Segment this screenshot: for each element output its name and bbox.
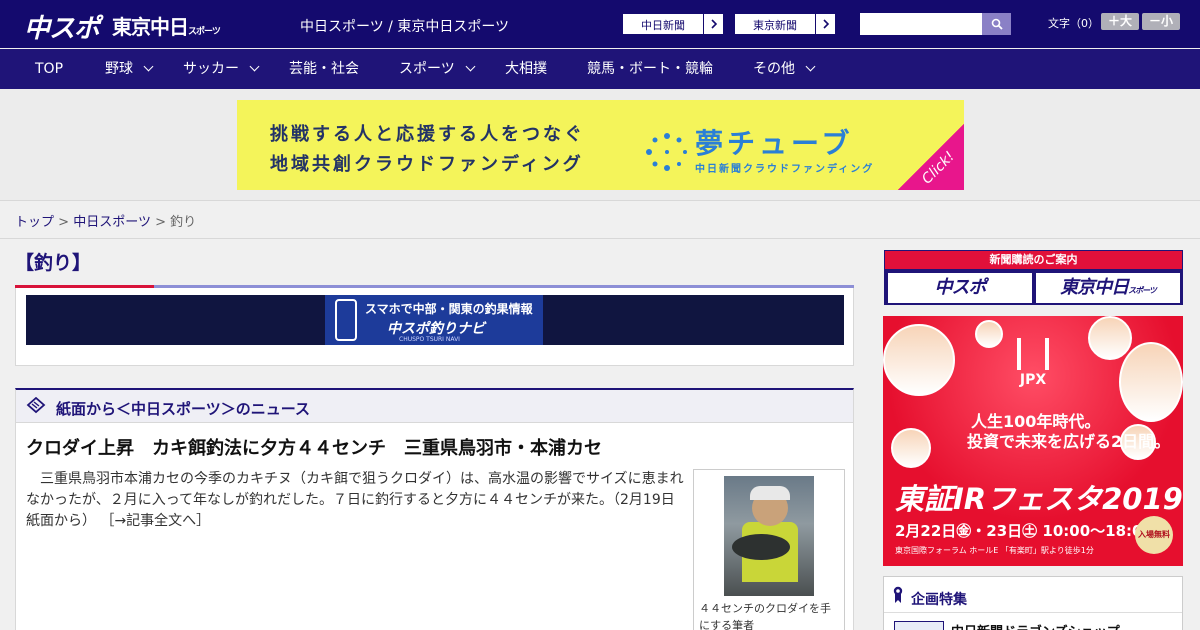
nav-item-racing[interactable]: 競馬・ボート・競輪 — [587, 49, 713, 89]
ir-festa-ad[interactable]: JPX 人生100年時代。 投資で未来を広げる2日間。 東証IRフェスタ2019… — [883, 316, 1183, 566]
tokyo-logo-sub: スポーツ — [188, 27, 221, 37]
search-input[interactable] — [860, 13, 982, 35]
font-size-label: 文字（0） — [1048, 17, 1099, 30]
nav-item-entertainment[interactable]: 芸能・社会 — [289, 49, 359, 89]
tokyo-shimbun-label: 東京新聞 — [753, 19, 797, 32]
tokyo-logo-main: 東京中日 — [112, 15, 189, 39]
newspaper-icon — [26, 397, 46, 414]
news-heading: 紙面から＜中日スポーツ＞のニュース — [56, 400, 310, 418]
font-size-down-button[interactable]: －小 — [1142, 13, 1180, 30]
read-more-link[interactable]: ［→記事全文へ］ — [100, 513, 210, 529]
site-header: 中スポ 東京中日スポーツ 中日スポーツ / 東京中日スポーツ 中日新聞 東京新聞… — [0, 0, 1200, 48]
nav-item-sumo[interactable]: 大相撲 — [505, 49, 547, 89]
chevron-right-icon — [815, 14, 835, 34]
smartphone-icon — [335, 299, 357, 341]
ad-portrait — [1119, 342, 1183, 422]
nav-label: TOP — [35, 61, 64, 77]
subscription-box: 新聞購読のご案内 中スポ 東京中日スポーツ — [884, 250, 1183, 305]
banner-brand-sub: 中日新聞クラウドファンディング — [695, 164, 875, 175]
banner-brand: 夢チューブ — [695, 127, 854, 160]
page-title: 【釣り】 — [15, 252, 92, 274]
ad-date: 2月22日㊎・23日㊏ 10:00～18:00 — [895, 522, 1153, 540]
special-feature-title: 企画特集 — [911, 592, 967, 608]
nav-item-soccer[interactable]: サッカー — [183, 49, 260, 89]
subscribe-tokyo-button[interactable]: 東京中日スポーツ — [1036, 273, 1180, 303]
banner-line2: 地域共創クラウドファンディング — [270, 154, 584, 175]
ad-portrait — [891, 428, 931, 468]
chunichi-shimbun-label: 中日新聞 — [641, 19, 685, 32]
subscribe-tokyo-sub: スポーツ — [1128, 286, 1157, 295]
site-title[interactable]: 中日スポーツ / 東京中日スポーツ — [300, 16, 509, 36]
jpx-logo-text: JPX — [1019, 372, 1047, 388]
tsuri-navi-box: スマホで中部・関東の釣果情報 中スポ釣りナビ CHUSPO TSURI NAVI — [15, 288, 854, 366]
news-header: 紙面から＜中日スポーツ＞のニュース — [16, 390, 853, 423]
dots-logo-icon — [646, 133, 687, 171]
ribbon-icon — [893, 586, 903, 603]
breadcrumb-top-link[interactable]: トップ — [15, 215, 54, 230]
nav-item-top[interactable]: TOP — [35, 49, 63, 89]
subscribe-tokyo-label: 東京中日 — [1060, 277, 1129, 298]
nav-label: サッカー — [183, 61, 239, 77]
tokyo-shimbun-link[interactable]: 東京新聞 — [734, 13, 836, 35]
ad-portrait — [883, 324, 955, 396]
jpx-mark-icon — [1017, 338, 1049, 370]
special-feature-thumb[interactable] — [894, 621, 944, 630]
banner-area: 挑戦する人と応援する人をつなぐ 地域共創クラウドファンディング 夢チューブ 中日… — [0, 89, 1200, 201]
nav-label: 芸能・社会 — [289, 61, 359, 77]
article-photo-box: ４４センチのクロダイを手にする筆者 — [693, 469, 845, 630]
breadcrumb-current: 釣り — [170, 215, 197, 230]
special-feature-header: 企画特集 — [884, 577, 1182, 613]
chunichi-shimbun-link[interactable]: 中日新聞 — [622, 13, 724, 35]
ad-copy-line2: 投資で未来を広げる2日間。 — [967, 432, 1171, 451]
article-title[interactable]: クロダイ上昇 カキ餌釣法に夕方４４センチ 三重県鳥羽市・本浦カセ — [26, 434, 602, 460]
article-photo[interactable] — [724, 476, 814, 596]
chevron-right-icon — [703, 14, 723, 34]
photo-fish — [732, 534, 790, 560]
navi-line2: 中スポ釣りナビ — [387, 321, 485, 337]
nav-label: スポーツ — [399, 61, 455, 77]
tsuri-navi-banner[interactable]: スマホで中部・関東の釣果情報 中スポ釣りナビ CHUSPO TSURI NAVI — [26, 295, 844, 345]
special-feature-box: 企画特集 中日新聞ドラゴンズショップ — [883, 576, 1183, 630]
photo-angler-hat — [750, 486, 790, 500]
nav-item-other[interactable]: その他 — [753, 49, 816, 89]
nav-label: 野球 — [105, 61, 133, 77]
subscribe-chuspo-button[interactable]: 中スポ — [888, 273, 1032, 303]
special-feature-item[interactable]: 中日新聞ドラゴンズショップ — [951, 621, 1120, 630]
news-box: 紙面から＜中日スポーツ＞のニュース クロダイ上昇 カキ餌釣法に夕方４４センチ 三… — [15, 388, 854, 630]
navi-line1: スマホで中部・関東の釣果情報 — [365, 302, 533, 316]
chevron-down-icon — [249, 61, 260, 72]
breadcrumb: トップ > 中日スポーツ > 釣り — [15, 211, 196, 230]
tokyo-chunichi-logo[interactable]: 東京中日スポーツ — [112, 11, 221, 40]
breadcrumb-separator: > — [58, 215, 70, 230]
jpx-logo: JPX — [1017, 338, 1049, 388]
nav-item-sports[interactable]: スポーツ — [399, 49, 476, 89]
tsuri-navi-inner: スマホで中部・関東の釣果情報 中スポ釣りナビ CHUSPO TSURI NAVI — [325, 295, 543, 345]
subscription-title: 新聞購読のご案内 — [885, 251, 1182, 269]
crowdfunding-banner[interactable]: 挑戦する人と応援する人をつなぐ 地域共創クラウドファンディング 夢チューブ 中日… — [237, 100, 964, 190]
font-size-up-button[interactable]: ＋大 — [1101, 13, 1139, 30]
breadcrumb-divider — [0, 238, 1200, 239]
search-button[interactable] — [982, 13, 1011, 35]
chevron-down-icon — [805, 61, 816, 72]
nav-label: その他 — [753, 61, 795, 77]
chevron-down-icon — [465, 61, 476, 72]
nav-label: 大相撲 — [505, 61, 547, 77]
banner-line1: 挑戦する人と応援する人をつなぐ — [270, 124, 585, 145]
ad-portrait — [1088, 316, 1132, 360]
chuspo-logo[interactable]: 中スポ — [24, 8, 100, 45]
ad-portrait — [975, 320, 1003, 348]
photo-caption: ４４センチのクロダイを手にする筆者 — [699, 602, 831, 630]
article-body: 三重県鳥羽市本浦カセの今季のカキチヌ（カキ餌で狙うクロダイ）は、高水温の影響でサ… — [26, 469, 686, 532]
chevron-down-icon — [143, 61, 154, 72]
main-nav: TOP 野球 サッカー 芸能・社会 スポーツ 大相撲 競馬・ボート・競輪 その他 — [0, 49, 1200, 89]
ad-free-badge: 入場無料 — [1135, 516, 1173, 554]
nav-label: 競馬・ボート・競輪 — [587, 61, 713, 77]
nav-item-baseball[interactable]: 野球 — [105, 49, 154, 89]
search-icon — [991, 18, 1003, 30]
breadcrumb-chunichi-link[interactable]: 中日スポーツ — [73, 215, 151, 230]
breadcrumb-separator: > — [155, 215, 166, 230]
navi-line3: CHUSPO TSURI NAVI — [399, 336, 460, 343]
ad-venue: 東京国際フォーラム ホールE 「有楽町」駅より徒歩1分 — [895, 546, 1094, 555]
ad-title: 東証IRフェスタ2019 — [895, 482, 1183, 516]
